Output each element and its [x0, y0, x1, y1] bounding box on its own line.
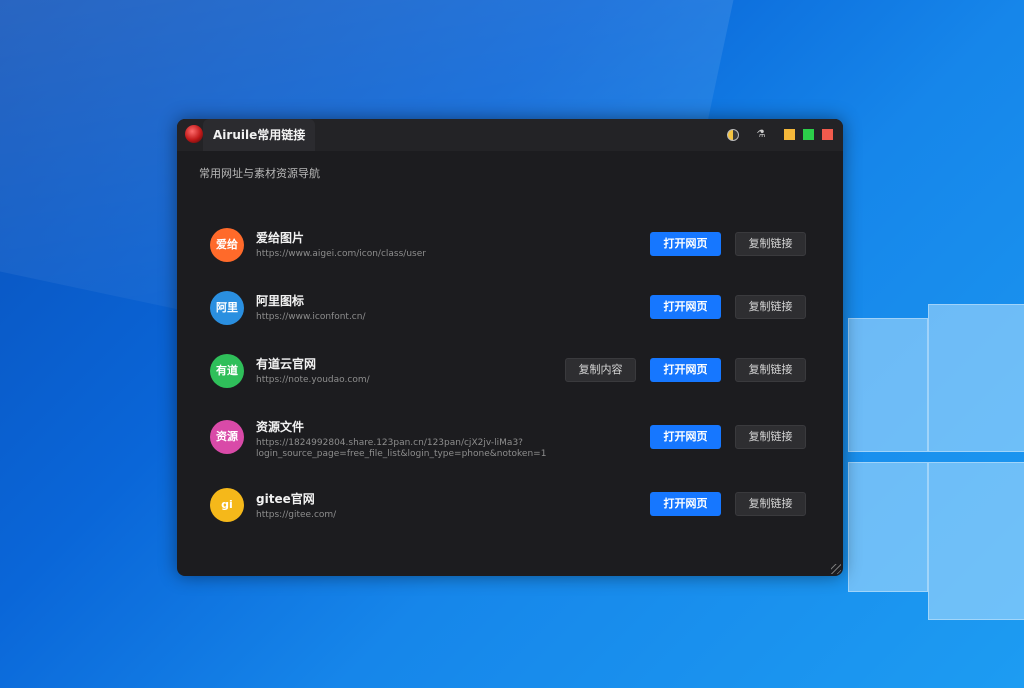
item-name: 有道云官网 [256, 357, 317, 371]
avatar: 资源 [210, 420, 244, 454]
item-url: https://www.aigei.com/icon/class/user [256, 249, 426, 259]
avatar: 爱给 [210, 228, 244, 262]
item-url-line2: login_source_page=free_file_list&login_t… [256, 449, 547, 459]
copy-link-button[interactable]: 复制链接 [735, 492, 806, 516]
window-title: Airuile常用链接 [203, 119, 316, 151]
resize-grip[interactable] [831, 564, 841, 574]
maximize-button[interactable] [803, 129, 814, 140]
open-webpage-button[interactable]: 打开网页 [650, 295, 721, 319]
open-webpage-button[interactable]: 打开网页 [650, 425, 721, 449]
page-subtitle: 常用网址与素材资源导航 [199, 167, 320, 180]
list-item: 资源 资源文件 https://1824992804.share.123pan.… [177, 417, 843, 477]
app-icon [185, 125, 203, 143]
item-url: https://note.youdao.com/ [256, 375, 370, 385]
app-window: Airuile常用链接 ⚗ 常用网址与素材资源导航 爱给 爱给图片 https:… [177, 119, 843, 576]
close-button[interactable] [822, 129, 833, 140]
title-bar[interactable]: Airuile常用链接 ⚗ [177, 119, 843, 151]
theme-toggle-icon[interactable] [727, 129, 739, 141]
item-name: 阿里图标 [256, 294, 305, 308]
copy-content-button[interactable]: 复制内容 [565, 358, 636, 382]
flask-icon[interactable]: ⚗ [755, 129, 767, 141]
open-webpage-button[interactable]: 打开网页 [650, 492, 721, 516]
avatar: gi [210, 488, 244, 522]
item-url: https://gitee.com/ [256, 510, 337, 520]
open-webpage-button[interactable]: 打开网页 [650, 232, 721, 256]
open-webpage-button[interactable]: 打开网页 [650, 358, 721, 382]
list-item: 阿里 阿里图标 https://www.iconfont.cn/ 打开网页 复制… [177, 288, 843, 338]
copy-link-button[interactable]: 复制链接 [735, 425, 806, 449]
list-item: gi gitee官网 https://gitee.com/ 打开网页 复制链接 [177, 488, 843, 538]
item-name: 爱给图片 [256, 231, 305, 245]
item-url: https://www.iconfont.cn/ [256, 312, 366, 322]
item-name: gitee官网 [256, 492, 315, 506]
minimize-button[interactable] [784, 129, 795, 140]
list-item: 爱给 爱给图片 https://www.aigei.com/icon/class… [177, 225, 843, 275]
item-name: 资源文件 [256, 420, 305, 434]
avatar: 有道 [210, 354, 244, 388]
copy-link-button[interactable]: 复制链接 [735, 358, 806, 382]
copy-link-button[interactable]: 复制链接 [735, 232, 806, 256]
copy-link-button[interactable]: 复制链接 [735, 295, 806, 319]
list-item: 有道 有道云官网 https://note.youdao.com/ 复制内容 打… [177, 351, 843, 401]
avatar: 阿里 [210, 291, 244, 325]
